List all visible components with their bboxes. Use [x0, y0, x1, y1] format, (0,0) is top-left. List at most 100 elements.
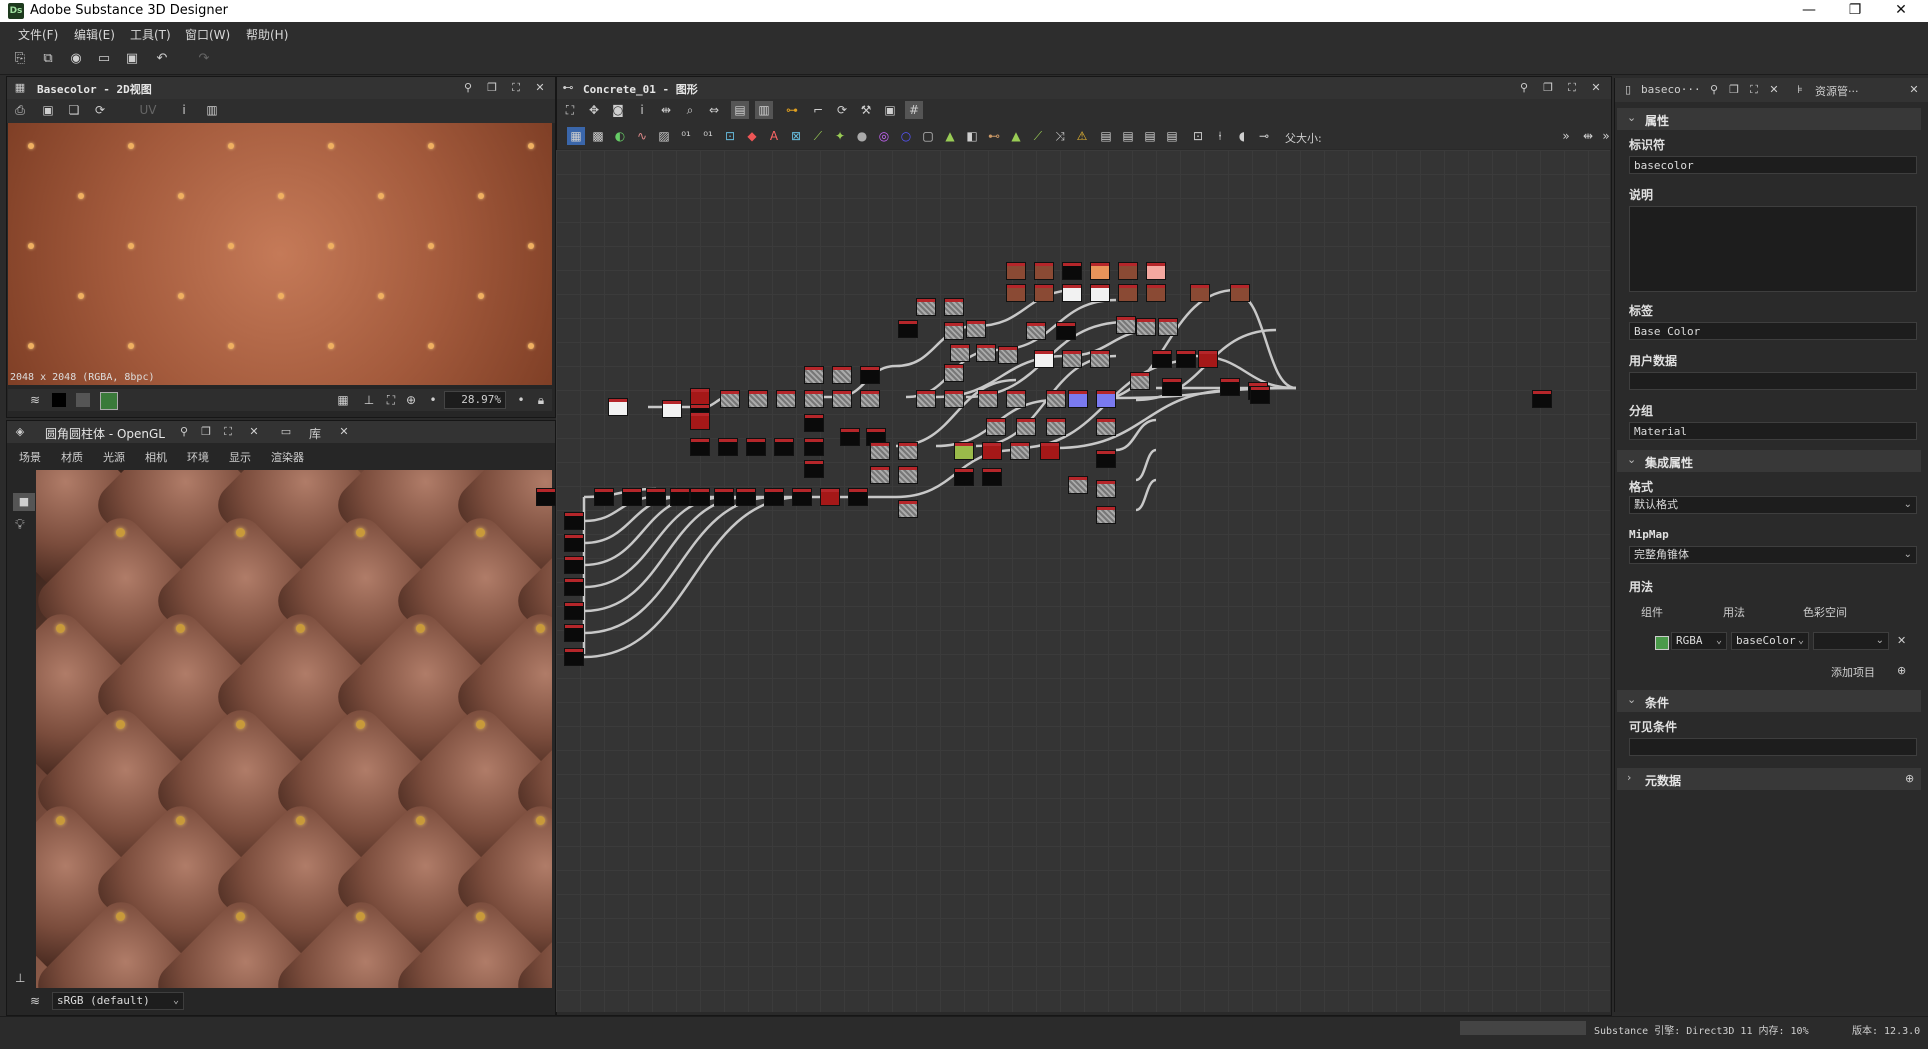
zoom-reset-icon[interactable]: • — [512, 391, 530, 409]
menu-help[interactable]: 帮助(H) — [246, 26, 288, 43]
menu-material[interactable]: 材质 — [61, 449, 83, 465]
tab-explorer[interactable]: 资源管··· — [1815, 83, 1859, 99]
graph-node[interactable] — [804, 366, 824, 384]
graph-node[interactable] — [1116, 316, 1136, 334]
graph-node[interactable] — [646, 488, 666, 506]
graph-node[interactable] — [1250, 386, 1270, 404]
link-icon[interactable]: ⇹ — [657, 101, 675, 119]
section-metadata[interactable]: › 元数据 ⊕ — [1617, 768, 1921, 790]
graph-node[interactable] — [916, 298, 936, 316]
tab-library[interactable]: 库 — [309, 425, 321, 442]
graph-node[interactable] — [1006, 284, 1026, 302]
3d-preview-viewport[interactable] — [36, 470, 552, 988]
zoom-field[interactable]: 28.97% — [444, 391, 506, 409]
graph-node[interactable] — [898, 442, 918, 460]
menu-edit[interactable]: 编辑(E) — [74, 26, 115, 43]
new-package-icon[interactable]: ◉ — [68, 51, 84, 67]
graph-node[interactable] — [564, 512, 584, 530]
graph-node[interactable] — [870, 466, 890, 484]
circle-icon[interactable]: ○ — [897, 127, 915, 145]
layers-icon[interactable]: ≋ — [26, 391, 44, 409]
graph-node[interactable] — [1010, 442, 1030, 460]
graph-node[interactable] — [982, 468, 1002, 486]
pin-icon[interactable]: ⚲ — [1707, 83, 1721, 97]
format-select[interactable]: 默认格式 ⌄ — [1629, 496, 1917, 514]
graph-node[interactable] — [986, 418, 1006, 436]
graph-node[interactable] — [1096, 506, 1116, 524]
graph-node[interactable] — [898, 320, 918, 338]
overflow-icon[interactable]: » — [1557, 127, 1575, 145]
graph-node[interactable] — [564, 648, 584, 666]
lock-icon[interactable]: 🔒︎ — [532, 391, 550, 409]
fill-icon[interactable]: ◆ — [743, 127, 761, 145]
graph-node[interactable] — [1130, 372, 1150, 390]
graph-node[interactable] — [1034, 350, 1054, 368]
graph-node[interactable] — [748, 390, 768, 408]
group-field[interactable]: Material — [1629, 422, 1917, 440]
color-bg-swatch[interactable] — [100, 392, 118, 410]
menu-lights[interactable]: 光源 — [103, 449, 125, 465]
graph-node[interactable] — [954, 442, 974, 460]
close-library-icon[interactable]: ✕ — [337, 425, 351, 439]
graph-node[interactable] — [720, 390, 740, 408]
usage-component-select[interactable]: RGBA ⌄ — [1671, 632, 1727, 650]
visible-condition-field[interactable] — [1629, 738, 1917, 756]
graph-node[interactable] — [1118, 262, 1138, 280]
graph-node[interactable] — [944, 390, 964, 408]
label-field[interactable]: Base Color — [1629, 322, 1917, 340]
menu-tools[interactable]: 工具(T) — [130, 26, 171, 43]
colorspace-layers-icon[interactable]: ≋ — [26, 992, 44, 1010]
graph-node[interactable] — [1190, 284, 1210, 302]
graph-node[interactable] — [564, 624, 584, 642]
frame-comment-icon[interactable]: ▤ — [1097, 127, 1115, 145]
output-icon[interactable]: ◧ — [963, 127, 981, 145]
graph-node[interactable] — [1006, 390, 1026, 408]
graph-node[interactable] — [916, 390, 936, 408]
align-icon[interactable]: ⊥ — [360, 391, 378, 409]
shape-icon[interactable]: ▲ — [941, 127, 959, 145]
graph-node[interactable] — [690, 488, 710, 506]
graph-node[interactable] — [1026, 322, 1046, 340]
menu-display[interactable]: 显示 — [229, 449, 251, 465]
description-field[interactable] — [1629, 206, 1917, 292]
graph-node[interactable] — [690, 412, 710, 430]
graph-node[interactable] — [1136, 318, 1156, 336]
graph-node[interactable] — [820, 488, 840, 506]
wrench-icon[interactable]: ⚒ — [857, 101, 875, 119]
add-metadata-icon[interactable]: ⊕ — [1905, 772, 1914, 785]
graph-node[interactable] — [1162, 378, 1182, 396]
graph-node[interactable] — [804, 390, 824, 408]
graph-node[interactable] — [764, 488, 784, 506]
copy-icon[interactable]: ❏ — [65, 101, 83, 119]
graph-node[interactable] — [1068, 476, 1088, 494]
graph-node[interactable] — [1062, 262, 1082, 280]
usage-colorspace-select[interactable]: ⌄ — [1813, 632, 1889, 650]
graph-node[interactable] — [1096, 390, 1116, 408]
float-icon[interactable]: ❐ — [1727, 83, 1741, 97]
remove-usage-icon[interactable]: ✕ — [1897, 634, 1906, 647]
graph-node[interactable] — [954, 468, 974, 486]
frame3-icon[interactable]: ▤ — [1141, 127, 1159, 145]
graph-node[interactable] — [832, 390, 852, 408]
preview-icon[interactable]: ▣ — [881, 101, 899, 119]
graph-node[interactable] — [1016, 418, 1036, 436]
layout-icon[interactable]: ▤ — [731, 101, 749, 119]
graph-node[interactable] — [746, 438, 766, 456]
graph-canvas[interactable] — [536, 150, 1610, 1012]
pin-icon[interactable]: ⚲ — [1517, 81, 1531, 95]
grid-snap-icon[interactable]: # — [905, 101, 923, 119]
graph-node[interactable] — [898, 500, 918, 518]
graph-node[interactable] — [564, 578, 584, 596]
float-icon[interactable]: ❐ — [1541, 81, 1555, 95]
graph-node[interactable] — [944, 298, 964, 316]
dot-link-icon[interactable]: ⊶ — [783, 101, 801, 119]
close-icon[interactable]: ✕ — [247, 425, 261, 439]
redo-icon[interactable]: ↷ — [196, 51, 212, 67]
graph-node[interactable] — [832, 366, 852, 384]
graph-node[interactable] — [840, 428, 860, 446]
mipmap-select[interactable]: 完整角锥体 ⌄ — [1629, 546, 1917, 564]
frame2-icon[interactable]: ▤ — [1119, 127, 1137, 145]
close-icon[interactable]: ✕ — [1589, 81, 1603, 95]
graph-node[interactable] — [1040, 442, 1060, 460]
identifier-field[interactable]: basecolor — [1629, 156, 1917, 174]
